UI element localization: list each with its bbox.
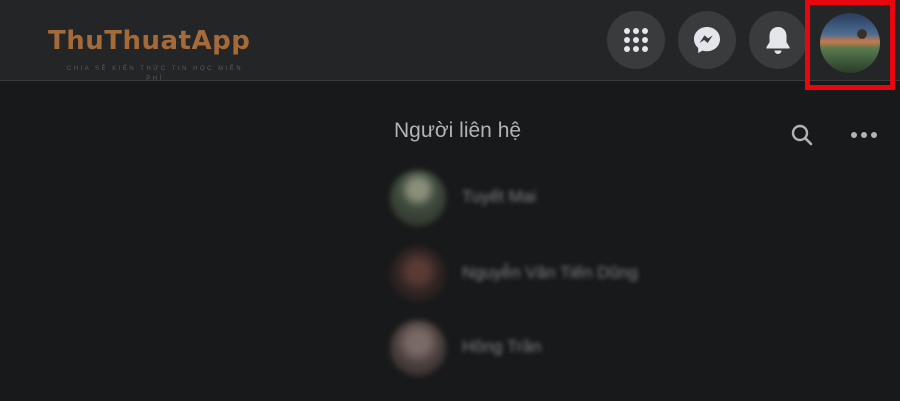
- contact-avatar: [390, 320, 446, 376]
- contact-item[interactable]: Tuyết Mai: [390, 170, 730, 226]
- top-navigation-bar: ThuThuatApp CHIA SẺ KIẾN THỨC TIN HỌC MI…: [0, 0, 900, 90]
- profile-highlight-box: [805, 0, 895, 90]
- contacts-title: Người liên hệ: [394, 119, 522, 142]
- contact-avatar: [390, 170, 446, 226]
- contacts-more-button[interactable]: [847, 118, 881, 152]
- more-options-icon: [851, 132, 877, 138]
- search-icon: [791, 124, 813, 146]
- logo-text: ThuThuatApp: [48, 26, 251, 56]
- menu-button[interactable]: [607, 11, 665, 69]
- contact-name: Hồng Trần: [462, 337, 542, 356]
- site-logo[interactable]: ThuThuatApp CHIA SẺ KIẾN THỨC TIN HỌC MI…: [48, 26, 251, 82]
- contact-name: Nguyễn Văn Tiến Dũng: [462, 263, 638, 282]
- messenger-button[interactable]: [678, 11, 736, 69]
- bell-icon: [766, 27, 790, 54]
- profile-avatar[interactable]: [820, 13, 880, 73]
- contact-name: Tuyết Mai: [462, 187, 537, 206]
- contact-avatar: [390, 246, 446, 302]
- logo-tagline: CHIA SẺ KIẾN THỨC TIN HỌC MIỄN PHÍ: [66, 66, 244, 82]
- contact-item[interactable]: Hồng Trần: [390, 320, 730, 376]
- grid-menu-icon: [624, 28, 648, 52]
- notifications-button[interactable]: [749, 11, 807, 69]
- messenger-icon: [694, 27, 720, 53]
- contact-item[interactable]: Nguyễn Văn Tiến Dũng: [390, 246, 730, 302]
- contacts-search-button[interactable]: [785, 118, 819, 152]
